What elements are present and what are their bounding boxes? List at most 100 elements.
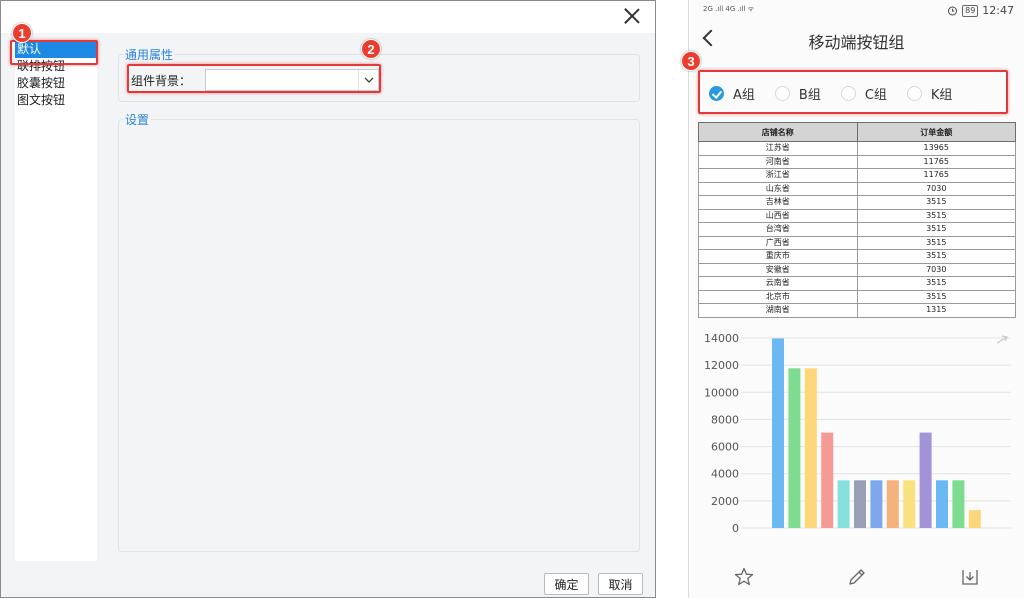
cell-amount: 3515: [856, 222, 1016, 237]
y-tick-label: 4000: [711, 468, 739, 481]
table-row: 台湾省 3515: [698, 222, 1016, 237]
bar-12[interactable]: [968, 510, 981, 528]
cell-amount: 11765: [856, 168, 1016, 183]
table-row: 山东省 7030: [698, 181, 1016, 196]
bar-9[interactable]: [919, 432, 932, 528]
table-row: 湖南省 1315: [698, 303, 1016, 318]
bar-5[interactable]: [854, 480, 866, 528]
bar-7[interactable]: [886, 480, 899, 528]
bar-0[interactable]: [772, 338, 784, 528]
y-tick-label: 8000: [711, 413, 739, 426]
settings-group: 设置: [118, 111, 640, 552]
button-group: A组 B组 C组 K组: [709, 78, 1005, 108]
bottom-toolbar: [689, 558, 1024, 598]
table-row: 吉林省 3515: [698, 195, 1016, 210]
radio-label: B组: [798, 87, 821, 103]
cell-store: 北京市: [698, 289, 858, 304]
cancel-button[interactable]: 取消: [598, 573, 643, 595]
chevron-down-icon[interactable]: [358, 70, 378, 90]
background-select[interactable]: [205, 69, 379, 91]
cell-amount: 3515: [856, 289, 1016, 304]
sales-table: 店铺名称 订单金额 江苏省 13965 河南省 11765 浙江省 11765 山东省 703…: [698, 122, 1016, 318]
y-tick-label: 12000: [704, 359, 739, 372]
cell-amount: 3515: [856, 249, 1016, 264]
table-row: 山西省 3515: [698, 208, 1016, 223]
radio-option-c[interactable]: C组: [840, 84, 887, 103]
table-row: 安徽省 7030: [698, 262, 1016, 277]
radio-unchecked-icon: [774, 85, 790, 101]
bar-4[interactable]: [837, 480, 850, 528]
radio-unchecked-icon: [840, 85, 856, 101]
cell-store: 吉林省: [698, 195, 858, 210]
background-label: 组件背景：: [131, 73, 192, 88]
table-row: 北京市 3515: [698, 289, 1016, 304]
chart-bars: [772, 338, 981, 528]
cell-store: 浙江省: [698, 168, 858, 183]
app-header: 移动端按钮组: [689, 24, 1024, 56]
cell-amount: 11765: [856, 154, 1016, 169]
bar-10[interactable]: [936, 480, 948, 528]
radio-unchecked-icon: [906, 85, 922, 101]
cell-store: 山东省: [698, 181, 858, 196]
radio-option-a[interactable]: A组: [709, 84, 755, 103]
expand-arrow-icon[interactable]: [996, 335, 1008, 344]
ok-button[interactable]: 确定: [544, 573, 589, 595]
status-right: 89 12:47: [947, 4, 1014, 17]
y-tick-label: 0: [732, 522, 739, 535]
table-header-row: 店铺名称 订单金额: [698, 122, 1016, 142]
radio-label: K组: [930, 87, 953, 103]
callout-badge-1: 1: [12, 23, 32, 43]
general-properties-title: 通用属性: [123, 46, 176, 63]
cell-store: 安徽省: [698, 262, 858, 277]
style-item-default[interactable]: 默认: [15, 41, 97, 58]
table-row: 河南省 11765: [698, 154, 1016, 169]
cell-amount: 13965: [856, 141, 1016, 156]
bar-chart: 14000 12000 10000 8000 6000 4000 2000 0: [704, 332, 1011, 535]
star-icon[interactable]: [733, 566, 755, 588]
cell-store: 河南省: [698, 154, 858, 169]
bar-3[interactable]: [821, 432, 834, 528]
radio-option-b[interactable]: B组: [774, 84, 821, 103]
cell-store: 山西省: [698, 208, 858, 223]
cell-store: 重庆市: [698, 249, 858, 264]
cell-amount: 7030: [856, 262, 1016, 277]
widget-settings-dialog: 默认 联排按钮 胶囊按钮 图文按钮 通用属性 组件背景： 设置 确定 取消: [0, 0, 656, 598]
cell-store: 云南省: [698, 276, 858, 291]
cell-store: 广西省: [698, 235, 858, 250]
y-tick-label: 6000: [711, 441, 739, 454]
table-row: 广西省 3515: [698, 235, 1016, 250]
bar-1[interactable]: [788, 368, 801, 528]
y-axis-ticks: 14000 12000 10000 8000 6000 4000 2000 0: [704, 332, 739, 535]
page-title: 移动端按钮组: [808, 33, 905, 52]
bar-11[interactable]: [952, 480, 965, 528]
style-item-icon-text-buttons[interactable]: 图文按钮: [15, 92, 97, 109]
radio-option-k[interactable]: K组: [906, 84, 953, 103]
download-icon[interactable]: [959, 566, 981, 588]
bar-8[interactable]: [903, 480, 916, 528]
style-item-row-buttons[interactable]: 联排按钮: [15, 58, 97, 75]
cell-amount: 3515: [856, 235, 1016, 250]
button-style-list: 默认 联排按钮 胶囊按钮 图文按钮: [15, 41, 97, 561]
y-tick-label: 2000: [711, 495, 739, 508]
radio-label: C组: [864, 87, 887, 103]
cell-amount: 1315: [856, 303, 1016, 318]
cell-amount: 7030: [856, 181, 1016, 196]
settings-title: 设置: [123, 111, 152, 128]
signal-indicators: 2G .ıll 4G .ıll ᯤ: [703, 5, 755, 13]
cell-amount: 3515: [856, 276, 1016, 291]
table-row: 浙江省 11765: [698, 168, 1016, 183]
y-tick-label: 10000: [704, 386, 739, 399]
style-item-capsule-buttons[interactable]: 胶囊按钮: [15, 75, 97, 92]
general-properties-group: 通用属性 组件背景：: [118, 46, 640, 102]
close-icon[interactable]: [623, 7, 641, 25]
table-body: 江苏省 13965 河南省 11765 浙江省 11765 山东省 7030 吉林省 3515 山西…: [698, 141, 1016, 318]
mobile-preview: 2G .ıll 4G .ıll ᯤ 89 12:47 移动端按钮组 A组 B组: [688, 0, 1024, 598]
pencil-icon[interactable]: [846, 566, 868, 588]
callout-badge-2: 2: [361, 39, 381, 59]
radio-label: A组: [733, 87, 755, 103]
bar-2[interactable]: [804, 368, 817, 528]
status-bar: 2G .ıll 4G .ıll ᯤ 89 12:47: [689, 0, 1024, 24]
table-row: 重庆市 3515: [698, 249, 1016, 264]
bar-6[interactable]: [870, 480, 883, 528]
table-row: 云南省 3515: [698, 276, 1016, 291]
